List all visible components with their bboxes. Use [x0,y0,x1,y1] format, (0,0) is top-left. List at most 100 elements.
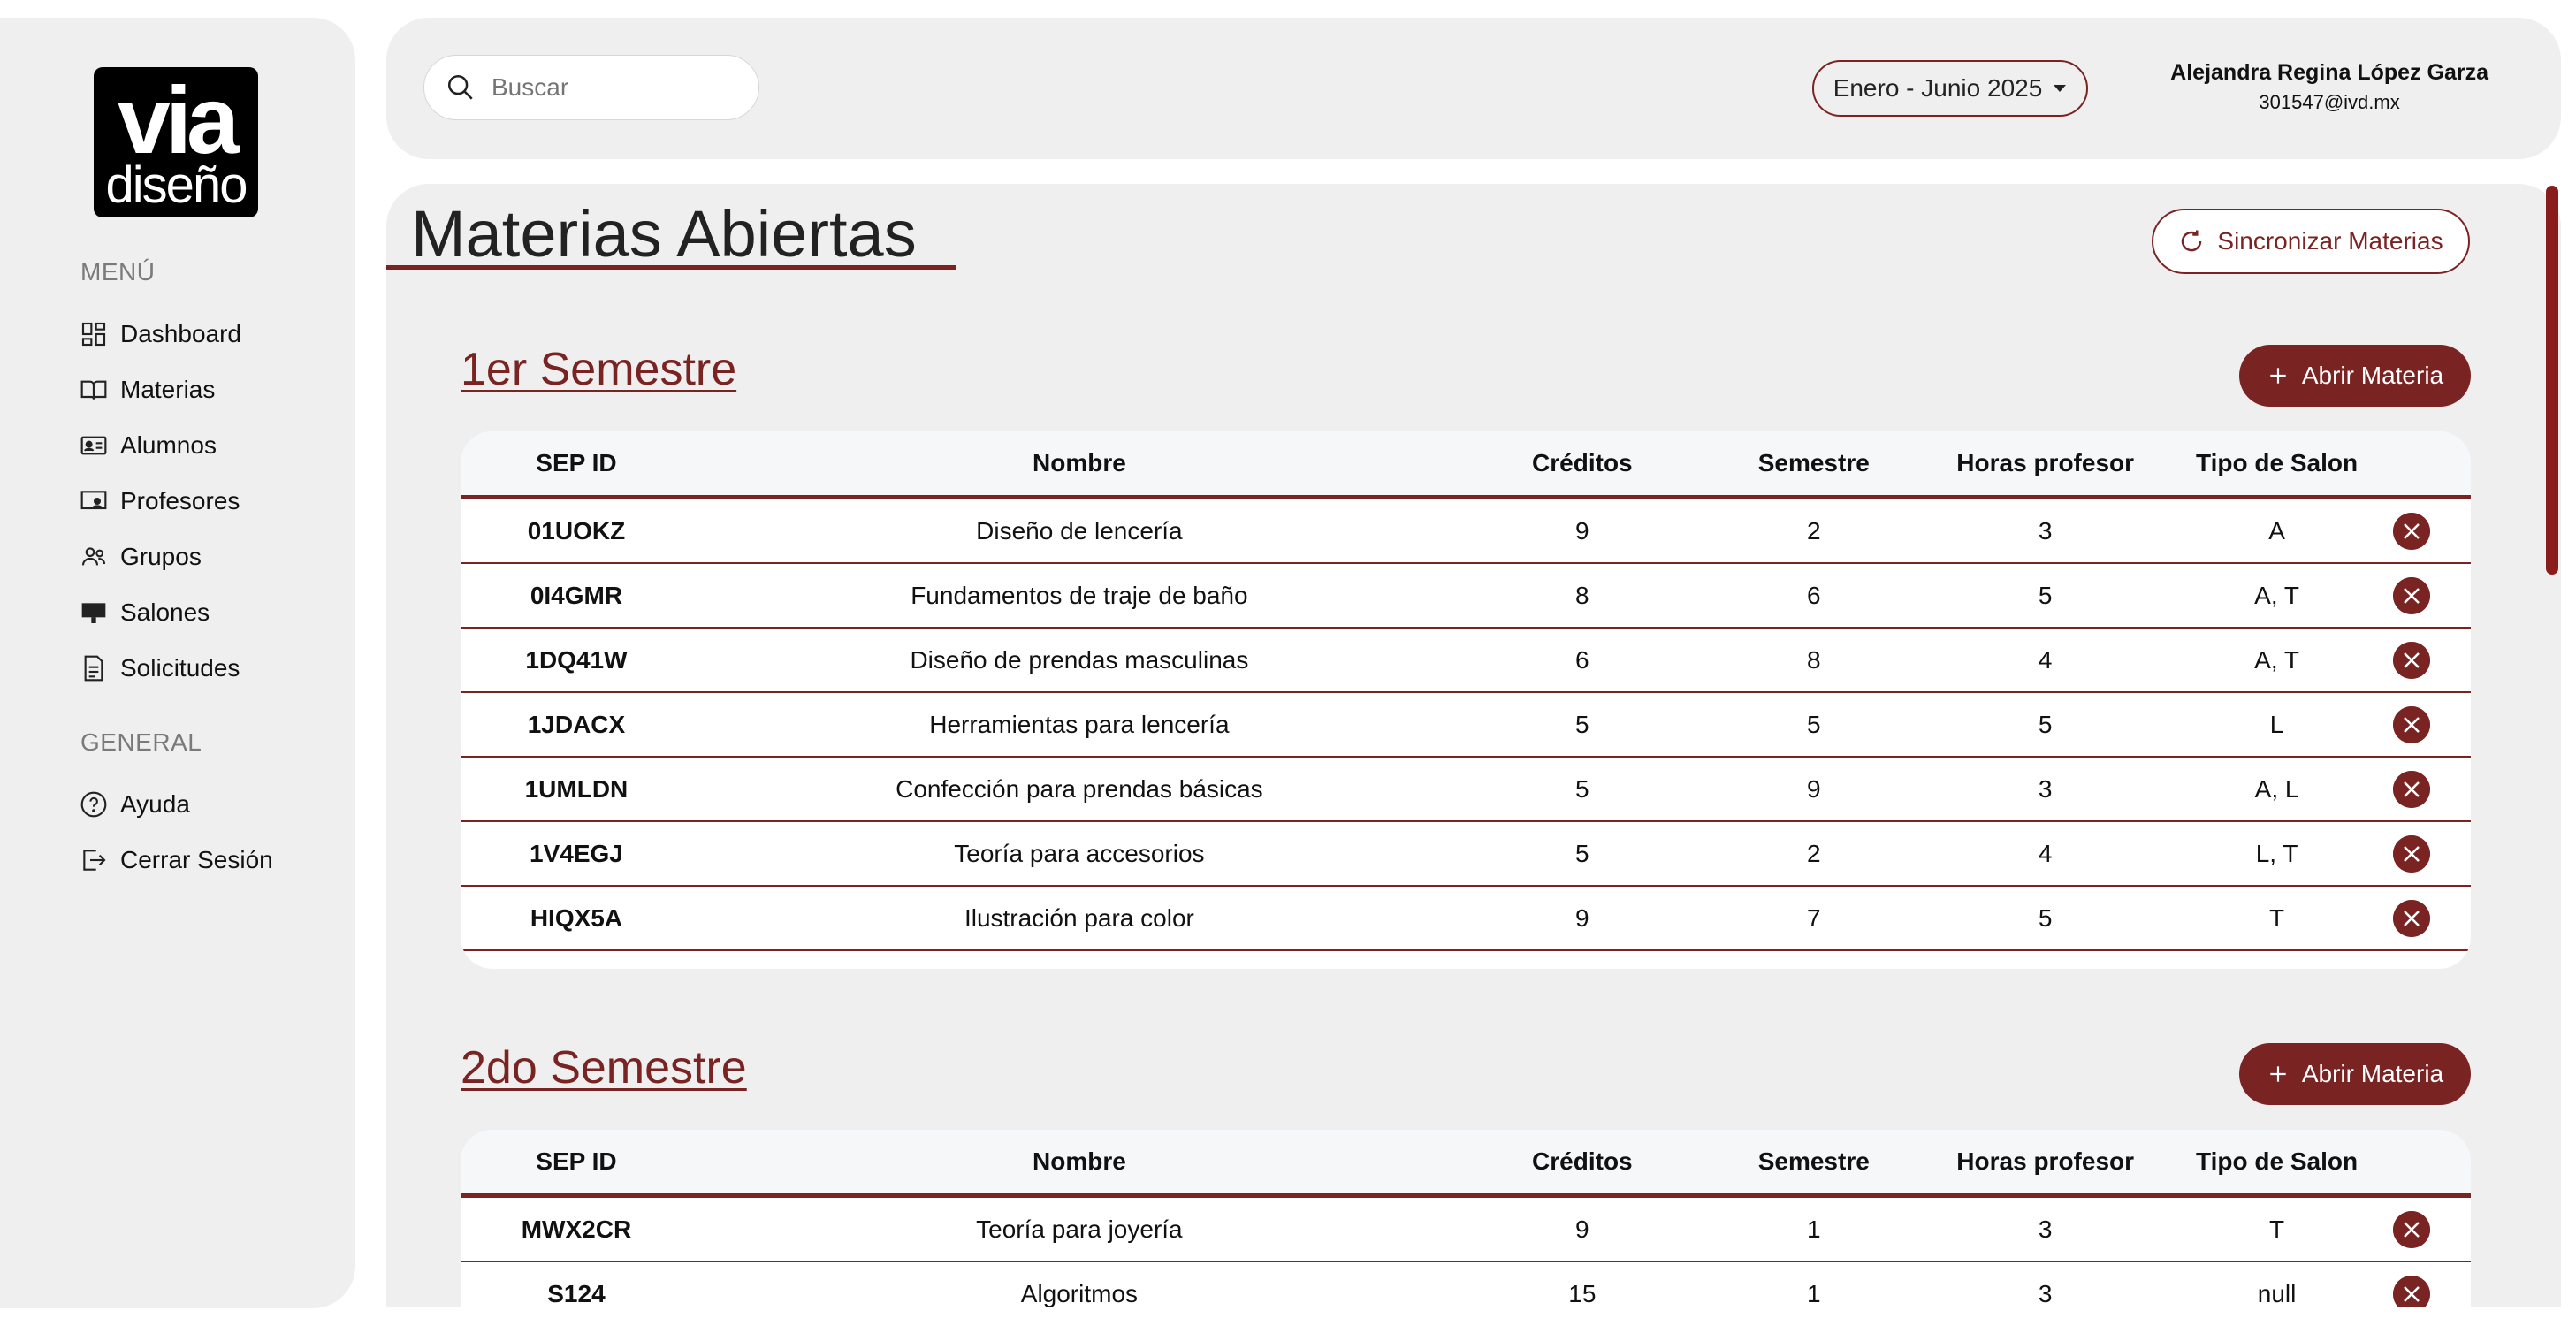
row-actions [2392,834,2471,873]
top-bar: Enero - Junio 2025 Alejandra Regina Lópe… [386,18,2561,159]
table-cell: 9 [1806,774,1821,803]
table-cell: T [2269,903,2285,932]
search-input[interactable] [490,72,723,103]
logo-text-top: via [94,72,258,168]
table-row[interactable]: 1DQ41W Diseño de prendas masculinas 6 8 4 A, … [461,629,2471,693]
close-icon [2392,770,2430,808]
scrollbar-thumb[interactable] [2546,186,2558,575]
caret-down-icon [2054,85,2067,92]
table-row[interactable]: HIQX5A Ilustración para color 9 7 5 T [461,887,2471,951]
delete-button[interactable] [2392,899,2430,937]
column-header[interactable]: SEP ID [461,449,692,477]
table-cell: 01UOKZ [527,516,626,545]
table-cell: A, T [2254,581,2299,609]
table-header: SEP ID Nombre Créditos Semestre Horas profes… [461,431,2471,499]
user-info[interactable]: Alejandra Regina López Garza 301547@ivd.… [2170,60,2488,114]
sidebar-item-ayuda[interactable]: Ayuda [80,785,190,824]
close-icon [2392,1275,2430,1307]
sidebar-item-grupos[interactable]: Grupos [80,537,202,576]
term-dropdown[interactable]: Enero - Junio 2025 [1812,60,2088,117]
row-actions [2392,512,2471,550]
table-cell: 1 [1806,1279,1821,1307]
column-header[interactable]: Créditos [1467,1147,1698,1176]
table-cell: 1 [1806,1215,1821,1243]
delete-button[interactable] [2392,834,2430,873]
close-icon [2392,899,2430,937]
sidebar-item-label: Alumnos [120,431,217,459]
title-underline [386,265,956,270]
sidebar-item-profesores[interactable]: Profesores [80,482,240,521]
table-cell: Teoría para joyería [976,1215,1183,1243]
classroom-icon [81,603,106,623]
table-cell: null [2257,1279,2297,1307]
open-materia-button[interactable]: Abrir Materia [2239,1043,2471,1105]
column-header[interactable]: Semestre [1698,1147,1930,1176]
row-actions [2392,641,2471,679]
table-cell: 5 [1575,710,1589,738]
sidebar-item-materias[interactable]: Materias [80,370,215,409]
table-cell: 9 [1575,903,1589,932]
column-header[interactable]: Nombre [692,449,1467,477]
table-cell: 3 [2038,1215,2053,1243]
book-icon [80,380,107,400]
sync-label: Sincronizar Materias [2217,227,2443,255]
column-header[interactable]: Créditos [1467,449,1698,477]
close-icon [2392,576,2430,614]
table-cell: 1DQ41W [525,645,628,674]
teacher-icon [80,491,107,510]
sidebar-item-alumnos[interactable]: Alumnos [80,426,217,465]
table-cell: 3 [2038,516,2053,545]
table-cell: 6 [1806,581,1821,609]
delete-button[interactable] [2392,641,2430,679]
column-header[interactable]: Horas profesor [1930,1147,2161,1176]
delete-button[interactable] [2392,1210,2430,1248]
table-cell: 5 [1575,839,1589,867]
delete-button[interactable] [2392,705,2430,743]
table-row[interactable]: 1JDACX Herramientas para lencería 5 5 5 L [461,693,2471,758]
sidebar-item-solicitudes[interactable]: Solicitudes [80,649,240,688]
sidebar-item-salones[interactable]: Salones [80,593,210,632]
column-header[interactable]: Horas profesor [1930,449,2161,477]
menu-section-title: MENÚ [80,258,156,286]
table-row[interactable]: MWX2CR Teoría para joyería 9 1 3 T [461,1198,2471,1262]
table-header: SEP ID Nombre Créditos Semestre Horas profes… [461,1130,2471,1198]
column-header[interactable]: Tipo de Salon [2161,1147,2393,1176]
table-cell: 2 [1806,839,1821,867]
table-cell: A, T [2254,645,2299,674]
column-header[interactable]: Tipo de Salon [2161,449,2393,477]
table-row[interactable]: 1UMLDN Confección para prendas básicas 5 9 3… [461,758,2471,822]
row-actions [2392,576,2471,614]
column-header[interactable]: Nombre [692,1147,1467,1176]
table-row[interactable]: 0I4GMR Fundamentos de traje de baño 8 6 5 A, … [461,564,2471,629]
open-materia-button[interactable]: Abrir Materia [2239,345,2471,407]
table-cell: 5 [2038,903,2053,932]
table-cell: 4 [2038,645,2053,674]
sidebar-item-logout[interactable]: Cerrar Sesión [80,841,273,880]
table-cell: Diseño de prendas masculinas [910,645,1249,674]
search-box[interactable] [423,55,759,120]
delete-button[interactable] [2392,576,2430,614]
sync-materias-button[interactable]: Sincronizar Materias [2152,209,2470,274]
table-row[interactable]: 1V4EGJ Teoría para accesorios 5 2 4 L, T [461,822,2471,887]
table-cell: 6 [1575,645,1589,674]
semester-title[interactable]: 1er Semestre [461,343,736,396]
sidebar-item-dashboard[interactable]: Dashboard [80,315,241,354]
table-cell: L [2269,710,2284,738]
table-cell: A, L [2254,774,2299,803]
delete-button[interactable] [2392,1275,2430,1307]
main-panel: Materias Abiertas Sincronizar Materias 1… [386,184,2561,1307]
column-header[interactable]: Semestre [1698,449,1930,477]
table-row[interactable]: S124 Algoritmos 15 1 3 null [461,1262,2471,1307]
close-icon [2392,705,2430,743]
table-row[interactable]: 01UOKZ Diseño de lencería 9 2 3 A [461,499,2471,564]
column-header[interactable]: SEP ID [461,1147,692,1176]
delete-button[interactable] [2392,770,2430,808]
table-cell: HIQX5A [530,903,623,932]
plus-icon [2270,1066,2286,1082]
table-cell: Ilustración para color [964,903,1194,932]
delete-button[interactable] [2392,512,2430,550]
table-cell: Algoritmos [1020,1279,1139,1307]
close-icon [2392,512,2430,550]
semester-title[interactable]: 2do Semestre [461,1041,747,1094]
table-cell: Teoría para accesorios [954,839,1205,867]
